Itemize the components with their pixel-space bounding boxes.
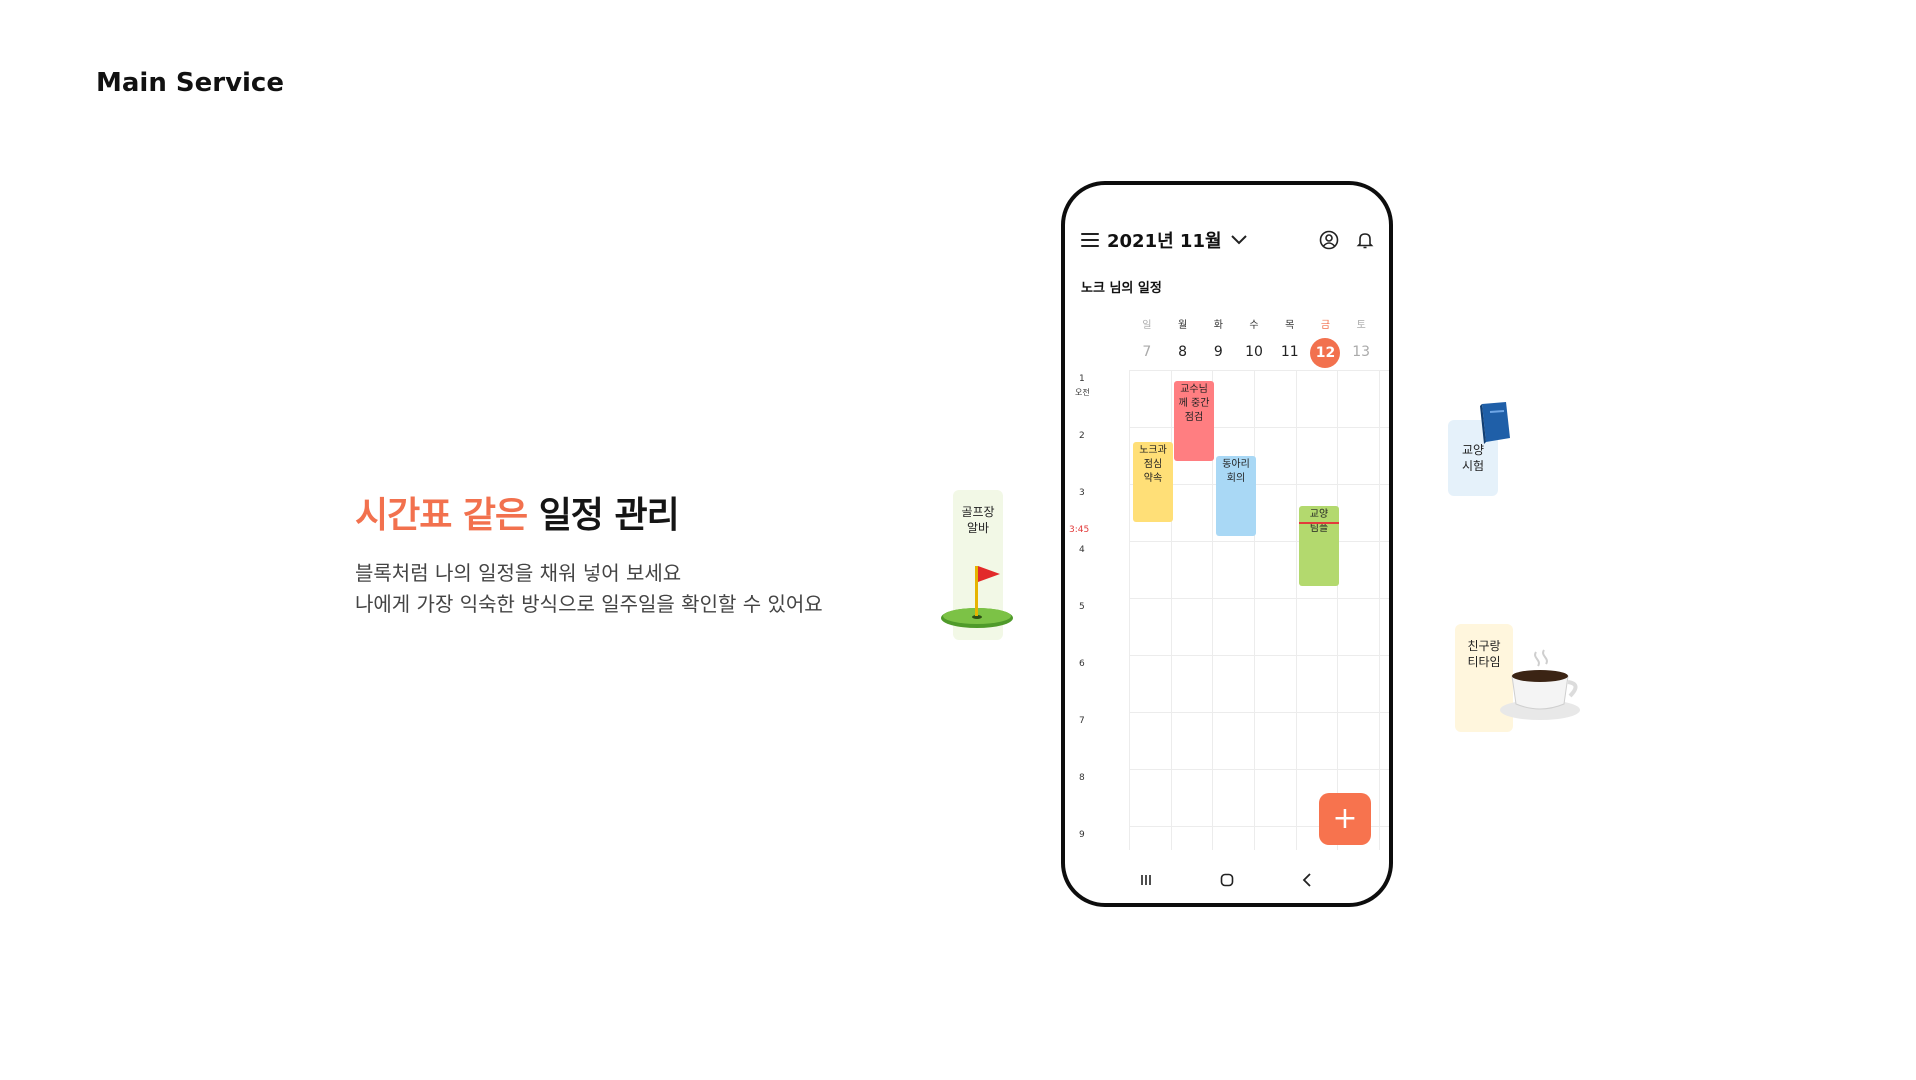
hero-desc-line1: 블록처럼 나의 일정을 채워 넣어 보세요 <box>355 561 682 585</box>
am-label: 오전 <box>1075 388 1090 397</box>
add-event-button[interactable]: + <box>1319 793 1371 845</box>
hour-label: 6 <box>1079 659 1085 669</box>
weekday-label: 일 <box>1142 320 1152 331</box>
bell-icon[interactable] <box>1355 230 1375 250</box>
weekday-label: 화 <box>1213 320 1223 331</box>
event-line: 교수님 <box>1180 384 1208 395</box>
menu-icon[interactable] <box>1081 233 1099 247</box>
hour-label: 7 <box>1079 716 1085 726</box>
book-icon <box>1480 402 1510 444</box>
today-badge: 12 <box>1310 338 1341 368</box>
recent-apps-icon[interactable] <box>1137 871 1155 889</box>
system-nav-bar <box>1065 867 1389 893</box>
weekday-label: 수 <box>1249 320 1259 331</box>
app-top-bar: 2021년 11월 <box>1081 225 1375 255</box>
hour-label: 1 <box>1079 374 1085 384</box>
date-cell[interactable]: 8 <box>1165 338 1201 366</box>
plus-icon: + <box>1332 801 1358 836</box>
hero-title-accent: 시간표 같은 <box>355 495 528 536</box>
hero-description: 블록처럼 나의 일정을 채워 넣어 보세요 나에게 가장 익숙한 방식으로 일주… <box>355 558 823 620</box>
schedule-owner-title: 노크 님의 일정 <box>1081 281 1162 296</box>
hero-desc-line2: 나에게 가장 익숙한 방식으로 일주일을 확인할 수 있어요 <box>355 592 823 616</box>
event-block[interactable]: 교양 팀플 <box>1299 506 1339 586</box>
event-line: 교양 <box>1309 509 1329 520</box>
event-line: 노크과 <box>1139 445 1167 456</box>
hero-title: 시간표 같은 일정 관리 <box>355 486 823 538</box>
sticker-golf-line2: 알바 <box>966 521 990 535</box>
sticker-golf-line1: 골프장 <box>961 505 995 519</box>
hour-label: 8 <box>1079 773 1085 783</box>
coffee-cup-icon <box>1500 649 1580 720</box>
current-time-label: 3:45 <box>1069 525 1090 535</box>
hero-title-rest: 일정 관리 <box>538 495 680 536</box>
sticker-exam-line2: 시험 <box>1461 459 1485 473</box>
hour-label: 9 <box>1079 830 1085 840</box>
chevron-down-icon[interactable] <box>1230 234 1248 246</box>
golf-flag-icon <box>941 566 1013 628</box>
weekday-label: 목 <box>1285 320 1295 331</box>
weekday-label: 토 <box>1356 320 1366 331</box>
event-line: 점심 <box>1143 459 1163 470</box>
page-label: Main Service <box>96 68 284 98</box>
hour-label: 3 <box>1079 488 1085 498</box>
event-line: 점검 <box>1184 412 1204 423</box>
month-selector[interactable]: 2021년 11월 <box>1107 227 1222 253</box>
hero-section: 시간표 같은 일정 관리 블록처럼 나의 일정을 채워 넣어 보세요 나에게 가… <box>355 486 823 620</box>
event-line: 약속 <box>1143 473 1163 484</box>
current-time-line <box>1299 522 1339 524</box>
event-block[interactable]: 노크과 점심 약속 <box>1133 442 1173 522</box>
home-icon[interactable] <box>1218 871 1236 889</box>
event-line: 께 중간 <box>1178 398 1210 409</box>
date-cell[interactable]: 13 <box>1343 338 1379 366</box>
date-cell[interactable]: 11 <box>1272 338 1308 366</box>
week-header: 일 월 화 수 목 금 토 7 8 9 10 11 12 13 <box>1129 316 1379 368</box>
event-block[interactable]: 교수님 께 중간 점검 <box>1174 381 1214 461</box>
date-cell[interactable]: 9 <box>1200 338 1236 366</box>
hour-label: 2 <box>1079 431 1085 441</box>
timetable-grid: 1 오전 2 3 4 5 6 7 8 9 3:45 노크과 점심 약속 교수님 … <box>1065 370 1389 850</box>
hour-label: 4 <box>1079 545 1085 555</box>
date-cell-today[interactable]: 12 <box>1308 338 1344 368</box>
phone-frame: 2021년 11월 노크 님의 일정 일 월 화 수 목 금 토 7 8 9 1… <box>1061 181 1393 907</box>
event-line: 회의 <box>1226 473 1246 484</box>
event-line: 팀플 <box>1309 523 1329 534</box>
date-cell[interactable]: 7 <box>1129 338 1165 366</box>
hour-label: 5 <box>1079 602 1085 612</box>
back-icon[interactable] <box>1299 871 1317 889</box>
event-line: 동아리 <box>1222 459 1250 470</box>
weekday-label: 월 <box>1177 320 1188 331</box>
event-block[interactable]: 동아리 회의 <box>1216 456 1256 536</box>
date-cell[interactable]: 10 <box>1236 338 1272 366</box>
weekday-label-today: 금 <box>1320 320 1331 331</box>
profile-icon[interactable] <box>1319 230 1339 250</box>
